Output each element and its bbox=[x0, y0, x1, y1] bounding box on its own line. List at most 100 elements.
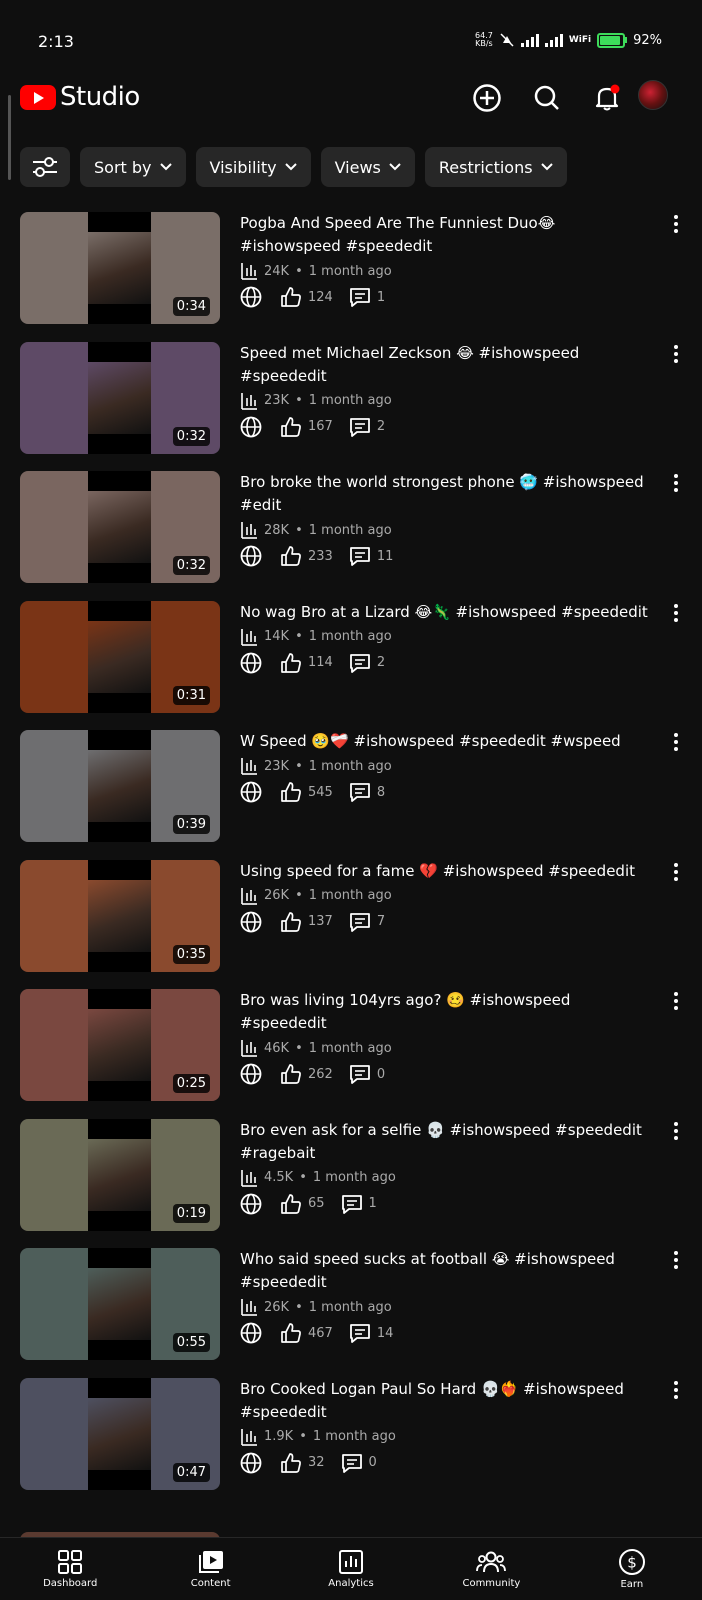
create-button[interactable] bbox=[469, 80, 505, 116]
signal-1-icon bbox=[520, 33, 539, 47]
globe-icon bbox=[240, 416, 262, 437]
analytics-icon bbox=[241, 887, 257, 905]
analytics-icon bbox=[241, 1428, 257, 1446]
analytics-icon bbox=[241, 522, 257, 539]
comment-count: 2 bbox=[376, 655, 386, 670]
video-list-item[interactable]: 0:25 Bro was living 104yrs ago? 🥴 #ishows… bbox=[0, 989, 702, 1101]
more-options-button[interactable] bbox=[666, 473, 686, 493]
thumbnail-image bbox=[88, 879, 151, 952]
thumbs-up-icon bbox=[281, 1452, 301, 1473]
wifi-icon: WiFi bbox=[568, 35, 592, 45]
more-options-button[interactable] bbox=[666, 732, 686, 752]
analytics-icon bbox=[241, 392, 257, 410]
more-options-button[interactable] bbox=[666, 991, 686, 1011]
more-options-button[interactable] bbox=[666, 1121, 686, 1141]
video-thumbnail[interactable]: 0:55 bbox=[20, 1248, 220, 1360]
video-list-item[interactable]: 0:47 Bro Cooked Logan Paul So Hard 💀❤️‍🔥 … bbox=[0, 1377, 702, 1490]
video-meta: Bro was living 104yrs ago? 🥴 #ishowspeed… bbox=[240, 989, 660, 1085]
video-list-item[interactable]: 0:19 Bro even ask for a selfie 💀 #ishowsp… bbox=[0, 1118, 702, 1231]
more-options-button[interactable] bbox=[666, 1250, 686, 1270]
notifications-button[interactable] bbox=[589, 80, 625, 116]
thumbnail-frame bbox=[88, 1118, 151, 1231]
video-thumbnail[interactable]: 0:39 bbox=[20, 730, 220, 842]
video-list-item[interactable]: 0:32 Speed met Michael Zeckson 😂 #ishowsp… bbox=[0, 341, 702, 454]
more-options-button[interactable] bbox=[666, 1380, 686, 1400]
comment-count: 7 bbox=[376, 914, 386, 929]
video-thumbnail[interactable]: 0:31 bbox=[20, 600, 220, 713]
nav-earn[interactable]: $ Earn bbox=[562, 1538, 702, 1600]
video-title[interactable]: Pogba And Speed Are The Funniest Duo😂 #i… bbox=[240, 212, 660, 258]
like-count: 32 bbox=[308, 1455, 325, 1470]
nav-community[interactable]: Community bbox=[421, 1538, 561, 1600]
chip-views[interactable]: Views bbox=[320, 147, 415, 187]
video-meta: W Speed 🥹❤️‍🩹 #ishowspeed #speededit #ws… bbox=[240, 730, 660, 803]
video-thumbnail[interactable]: 0:19 bbox=[20, 1118, 220, 1231]
video-title[interactable]: Bro even ask for a selfie 💀 #ishowspeed … bbox=[240, 1119, 660, 1165]
video-title[interactable]: Who said speed sucks at football 😭 #isho… bbox=[240, 1248, 660, 1294]
separator-dot: • bbox=[295, 758, 303, 774]
video-thumbnail[interactable]: 0:47 bbox=[20, 1377, 220, 1490]
comment-icon bbox=[349, 912, 370, 932]
video-thumbnail[interactable]: 0:25 bbox=[20, 989, 220, 1101]
video-title[interactable]: No wag Bro at a Lizard 😂🦎 #ishowspeed #s… bbox=[240, 601, 660, 624]
network-speed: 64.7 KB/s bbox=[475, 31, 493, 48]
nav-dashboard[interactable]: Dashboard bbox=[0, 1538, 140, 1600]
clock: 2:13 bbox=[38, 32, 74, 51]
upload-age: 1 month ago bbox=[308, 629, 392, 644]
thumbnail-image bbox=[88, 620, 151, 693]
video-list-item[interactable]: 0:55 Who said speed sucks at football 😭 #… bbox=[0, 1248, 702, 1360]
video-duration: 0:32 bbox=[172, 556, 210, 575]
video-title[interactable]: Bro broke the world strongest phone 🥶 #i… bbox=[240, 471, 660, 517]
view-count: 26K bbox=[264, 888, 290, 903]
video-thumbnail[interactable]: 0:34 bbox=[20, 212, 220, 324]
youtube-icon bbox=[20, 84, 56, 110]
video-title[interactable]: W Speed 🥹❤️‍🩹 #ishowspeed #speededit #ws… bbox=[240, 730, 660, 753]
video-list-item[interactable]: 0:32 Bro broke the world strongest phone … bbox=[0, 471, 702, 583]
comment-count: 0 bbox=[376, 1066, 386, 1082]
video-title[interactable]: Using speed for a fame 💔 #ishowspeed #sp… bbox=[240, 860, 660, 883]
video-list-item[interactable]: 0:39 W Speed 🥹❤️‍🩹 #ishowspeed #speededit… bbox=[0, 730, 702, 842]
thumbnail-image bbox=[88, 232, 151, 304]
video-list-item[interactable]: 0:31 No wag Bro at a Lizard 😂🦎 #ishowspee… bbox=[0, 600, 702, 713]
thumbnail-frame bbox=[88, 341, 151, 454]
sliders-icon bbox=[33, 157, 57, 177]
video-stats-row: 26K • 1 month ago bbox=[240, 887, 660, 905]
view-count: 1.9K bbox=[264, 1429, 294, 1444]
comment-icon bbox=[341, 1453, 362, 1473]
studio-logo[interactable]: Studio bbox=[20, 82, 140, 112]
more-options-button[interactable] bbox=[666, 344, 686, 364]
thumbnail-image bbox=[88, 1397, 151, 1470]
video-title[interactable]: Bro Cooked Logan Paul So Hard 💀❤️‍🔥 #ish… bbox=[240, 1378, 660, 1424]
view-count: 46K bbox=[264, 1040, 290, 1056]
analytics-icon bbox=[339, 1550, 364, 1574]
video-list-item[interactable]: 0:35 Using speed for a fame 💔 #ishowspeed… bbox=[0, 859, 702, 972]
video-stats-row: 23K • 1 month ago bbox=[240, 392, 660, 410]
more-options-button[interactable] bbox=[666, 862, 686, 882]
thumbnail-frame bbox=[88, 471, 151, 583]
nav-content[interactable]: Content bbox=[140, 1538, 280, 1600]
video-title[interactable]: Bro was living 104yrs ago? 🥴 #ishowspeed… bbox=[240, 989, 660, 1035]
chip-sort-by[interactable]: Sort by bbox=[80, 147, 186, 187]
video-engagement-row: 262 0 bbox=[240, 1063, 660, 1085]
video-thumbnail[interactable]: 0:35 bbox=[20, 859, 220, 972]
globe-icon bbox=[240, 1322, 262, 1344]
video-thumbnail[interactable]: 0:32 bbox=[20, 341, 220, 454]
more-options-button[interactable] bbox=[666, 214, 686, 234]
filter-button[interactable] bbox=[20, 147, 70, 187]
video-engagement-row: 114 2 bbox=[240, 652, 660, 674]
video-meta: No wag Bro at a Lizard 😂🦎 #ishowspeed #s… bbox=[240, 601, 660, 674]
video-title[interactable]: Speed met Michael Zeckson 😂 #ishowspeed … bbox=[240, 342, 660, 388]
comment-icon bbox=[349, 1324, 370, 1343]
more-options-button[interactable] bbox=[666, 603, 686, 623]
video-list-item[interactable]: 0:34 Pogba And Speed Are The Funniest Duo… bbox=[0, 212, 702, 324]
thumbnail-image bbox=[88, 1138, 151, 1211]
chip-visibility[interactable]: Visibility bbox=[195, 147, 311, 187]
separator-dot: • bbox=[299, 1429, 307, 1444]
video-thumbnail[interactable]: 0:32 bbox=[20, 471, 220, 583]
avatar[interactable] bbox=[638, 80, 668, 110]
search-button[interactable] bbox=[529, 80, 565, 116]
nav-analytics[interactable]: Analytics bbox=[281, 1538, 421, 1600]
chip-restrictions[interactable]: Restrictions bbox=[424, 147, 567, 187]
video-duration: 0:31 bbox=[172, 685, 210, 705]
globe-icon bbox=[240, 1063, 262, 1085]
